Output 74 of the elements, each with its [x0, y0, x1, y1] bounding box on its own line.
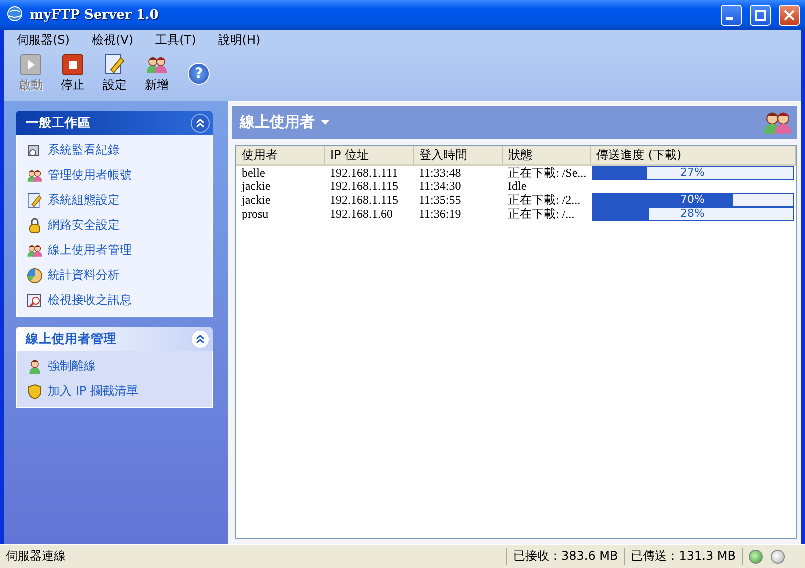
menu-item[interactable]: 說明(H): [211, 32, 268, 48]
add-button[interactable]: 新增: [139, 54, 175, 94]
column-header[interactable]: 使用者: [236, 146, 324, 165]
maximize-button[interactable]: [750, 4, 771, 26]
user-icon: [27, 358, 43, 374]
progress-reading: 27%: [680, 167, 706, 179]
table-cell: belle: [236, 165, 324, 180]
chevron-icon: [196, 334, 205, 344]
task-link[interactable]: 系統組態設定: [48, 192, 120, 209]
table-cell-text: 正在下載: /2...: [507, 193, 582, 207]
magnifier-icon: [27, 292, 43, 308]
task-link[interactable]: 加入 IP 攔截清單: [48, 383, 138, 400]
status-text: 伺服器連線: [5, 548, 67, 565]
window-title: myFTP Server 1.0: [30, 8, 160, 22]
table-cell-text: 192.168.1.115: [329, 193, 400, 207]
menu-item[interactable]: 工具(T): [148, 32, 204, 48]
pencil-icon: [104, 54, 126, 76]
table-cell: 正在下載: /Se...: [502, 165, 590, 180]
table-cell: 11:33:48: [413, 165, 502, 180]
task-link[interactable]: 強制離線: [48, 358, 96, 375]
table-cell-text: jackie: [240, 193, 272, 207]
minimize-icon: [726, 16, 733, 20]
minimize-button[interactable]: [721, 4, 742, 26]
table-cell-text: 11:35:55: [418, 193, 462, 207]
play-icon: [20, 54, 42, 76]
table-cell-text: prosu: [241, 207, 270, 221]
shield-icon: [27, 384, 43, 400]
table-cell-text: 11:34:30: [418, 180, 462, 193]
table-cell-text: 11:36:19: [418, 207, 462, 221]
close-icon: [784, 10, 795, 20]
chevron-icon: [196, 118, 205, 128]
sent-total: 已傳送：131.3 MB: [624, 548, 742, 565]
column-header[interactable]: IP 位址: [324, 146, 413, 165]
stop-button[interactable]: 停止: [55, 54, 91, 94]
users-icon: [27, 168, 43, 184]
task-link[interactable]: 管理使用者帳號: [48, 167, 132, 184]
column-header[interactable]: 狀態: [502, 146, 590, 165]
pie-chart-icon: [27, 268, 43, 284]
globe-icon: [6, 6, 24, 24]
help-icon: ?: [188, 63, 210, 85]
table-row[interactable]: prosu 192.168.1.60 11:36:19 正在下載: /... 28%: [236, 207, 796, 221]
lock-icon: [27, 218, 43, 234]
close-button[interactable]: [779, 4, 800, 26]
table-row[interactable]: jackie 192.168.1.115 11:34:30 Idle: [236, 180, 796, 193]
task-link[interactable]: 檢視接收之訊息: [48, 292, 132, 309]
table-cell-text: 192.168.1.60: [329, 207, 394, 221]
column-header[interactable]: 登入時間: [413, 146, 502, 165]
caret-icon[interactable]: [321, 120, 330, 125]
users-icon: [27, 242, 43, 258]
task-link[interactable]: 線上使用者管理: [48, 242, 132, 259]
received-total: 已接收：383.6 MB: [506, 548, 624, 565]
menu-item[interactable]: 伺服器(S): [10, 32, 77, 48]
task-link[interactable]: 網路安全設定: [48, 217, 120, 234]
progress-reading: 28%: [680, 208, 706, 220]
table-row[interactable]: belle 192.168.1.111 11:33:48 正在下載: /Se... 27%: [236, 165, 796, 180]
stop-icon: [62, 54, 84, 76]
table-cell-text: jackie: [240, 180, 272, 193]
maximize-icon: [755, 10, 766, 20]
panel-title: 一般工作區: [26, 114, 92, 132]
menu-item[interactable]: 檢視(V): [84, 32, 141, 48]
pencil-icon: [27, 192, 43, 208]
collapse-button[interactable]: [191, 114, 210, 132]
panel-title: 線上使用者管理: [26, 330, 118, 348]
collapse-button[interactable]: [191, 330, 210, 348]
column-header[interactable]: 傳送進度 (下載): [590, 146, 796, 165]
table-cell-text: 正在下載: /...: [507, 207, 576, 221]
task-link[interactable]: 系統監看紀錄: [48, 142, 120, 159]
table-cell-text: Idle: [507, 180, 528, 193]
table-cell-text: 192.168.1.115: [329, 180, 400, 193]
settings-button[interactable]: 設定: [97, 54, 133, 94]
progress-reading: 70%: [680, 194, 706, 206]
table-row[interactable]: jackie 192.168.1.115 11:35:55 正在下載: /2... 70%: [236, 193, 796, 207]
table-cell: 192.168.1.111: [324, 165, 413, 180]
task-link[interactable]: 統計資料分析: [48, 267, 120, 284]
